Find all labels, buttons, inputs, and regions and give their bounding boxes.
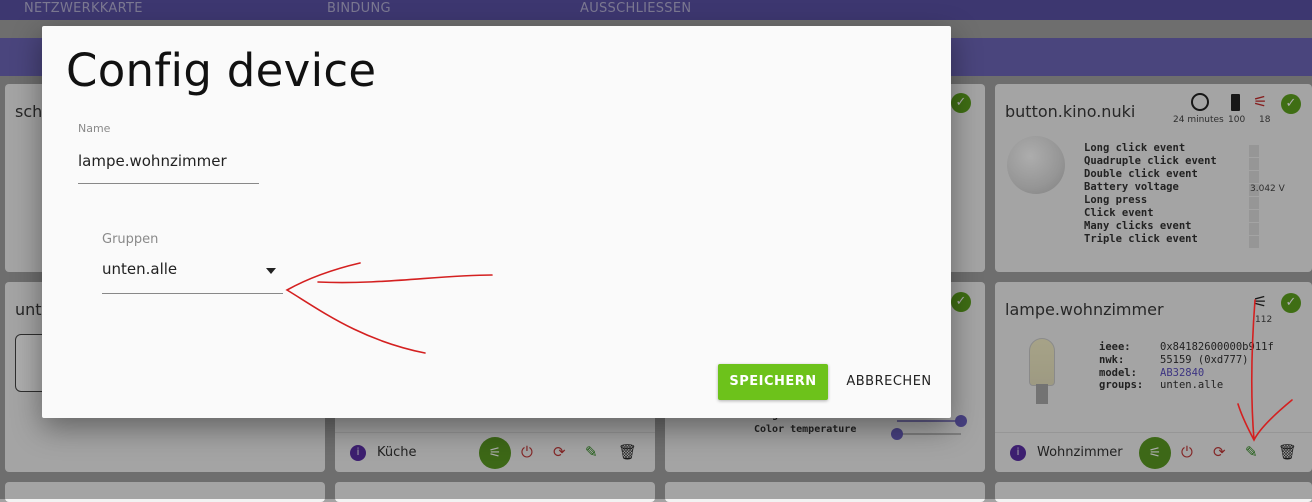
config-device-dialog: Config device Name lampe.wohnzimmer Grup… [42, 26, 951, 418]
chevron-down-icon[interactable] [266, 268, 276, 274]
groups-field-label: Gruppen [102, 232, 159, 247]
name-input-underline [78, 183, 259, 184]
name-field-label: Name [78, 122, 111, 135]
save-button[interactable]: SPEICHERN [718, 364, 828, 400]
groups-select[interactable]: unten.alle [102, 260, 177, 278]
name-input[interactable]: lampe.wohnzimmer [78, 152, 227, 170]
groups-select-underline [102, 293, 283, 294]
cancel-button[interactable]: ABBRECHEN [842, 364, 936, 400]
dialog-title: Config device [66, 44, 377, 97]
